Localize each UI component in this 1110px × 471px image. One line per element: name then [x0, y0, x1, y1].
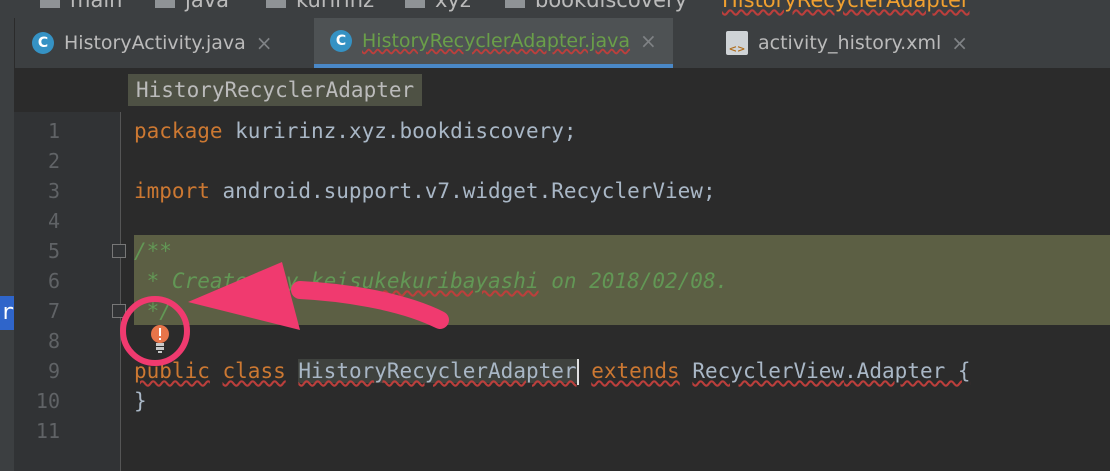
breadcrumb-item[interactable]: kuririnz [266, 0, 374, 14]
java-class-icon: C [330, 30, 352, 52]
code-line[interactable]: import android.support.v7.widget.Recycle… [134, 176, 716, 206]
tab-label: HistoryRecyclerAdapter.java [362, 30, 631, 52]
line-number: 4 [47, 209, 60, 233]
gutter-divider [120, 112, 121, 471]
breadcrumb-item[interactable]: java [155, 0, 229, 14]
folder-icon [266, 0, 286, 8]
folder-icon [405, 0, 425, 8]
close-icon[interactable]: × [951, 31, 968, 55]
tab-activity-history-xml[interactable]: <> activity_history.xml × [726, 18, 968, 68]
breadcrumb-item[interactable]: xyz [405, 0, 471, 14]
close-icon[interactable]: × [256, 31, 273, 55]
folder-icon [40, 0, 60, 8]
folder-icon [505, 0, 525, 8]
line-number: 3 [47, 179, 60, 203]
breadcrumb-item[interactable]: main [40, 0, 122, 14]
code-line[interactable]: * Created by keisukekuribayashi on 2018/… [134, 266, 729, 296]
line-number: 9 [47, 359, 60, 383]
breadcrumb-current[interactable]: HistoryRecyclerAdapter [722, 0, 970, 14]
close-icon[interactable]: × [640, 29, 657, 53]
line-number: 6 [47, 269, 60, 293]
line-number: 7 [47, 299, 60, 323]
line-number: 11 [35, 419, 60, 443]
annotation-circle [120, 296, 190, 366]
breadcrumb-item[interactable]: bookdiscovery [505, 0, 687, 14]
side-tool-label[interactable]: r [0, 296, 14, 330]
line-number: 1 [47, 119, 60, 143]
code-line[interactable]: package kuririnz.xyz.bookdiscovery; [134, 116, 577, 146]
line-number: 2 [47, 149, 60, 173]
tool-window-strip [0, 18, 15, 471]
editor-tab-bar: C HistoryActivity.java × C HistoryRecycl… [0, 18, 1110, 69]
tab-label: activity_history.xml [758, 32, 942, 54]
breadcrumb: main java kuririnz xyz bookdiscovery His… [0, 0, 1110, 18]
line-number: 5 [47, 239, 60, 263]
line-number: 8 [47, 329, 60, 353]
fold-marker[interactable] [112, 244, 126, 258]
code-line[interactable]: } [134, 386, 147, 416]
code-line[interactable]: public class HistoryRecyclerAdapter exte… [134, 356, 971, 386]
xml-file-icon: <> [726, 31, 748, 55]
folder-icon [155, 0, 175, 8]
tab-label: HistoryActivity.java [64, 32, 246, 54]
code-line[interactable]: /** [134, 236, 172, 266]
tab-history-activity[interactable]: C HistoryActivity.java × [32, 18, 273, 68]
line-number: 10 [35, 389, 60, 413]
tab-history-recycler-adapter[interactable]: C HistoryRecyclerAdapter.java × [314, 18, 673, 68]
text-caret [576, 359, 579, 385]
class-breadcrumb[interactable]: HistoryRecyclerAdapter [128, 74, 423, 106]
java-class-icon: C [32, 32, 54, 54]
